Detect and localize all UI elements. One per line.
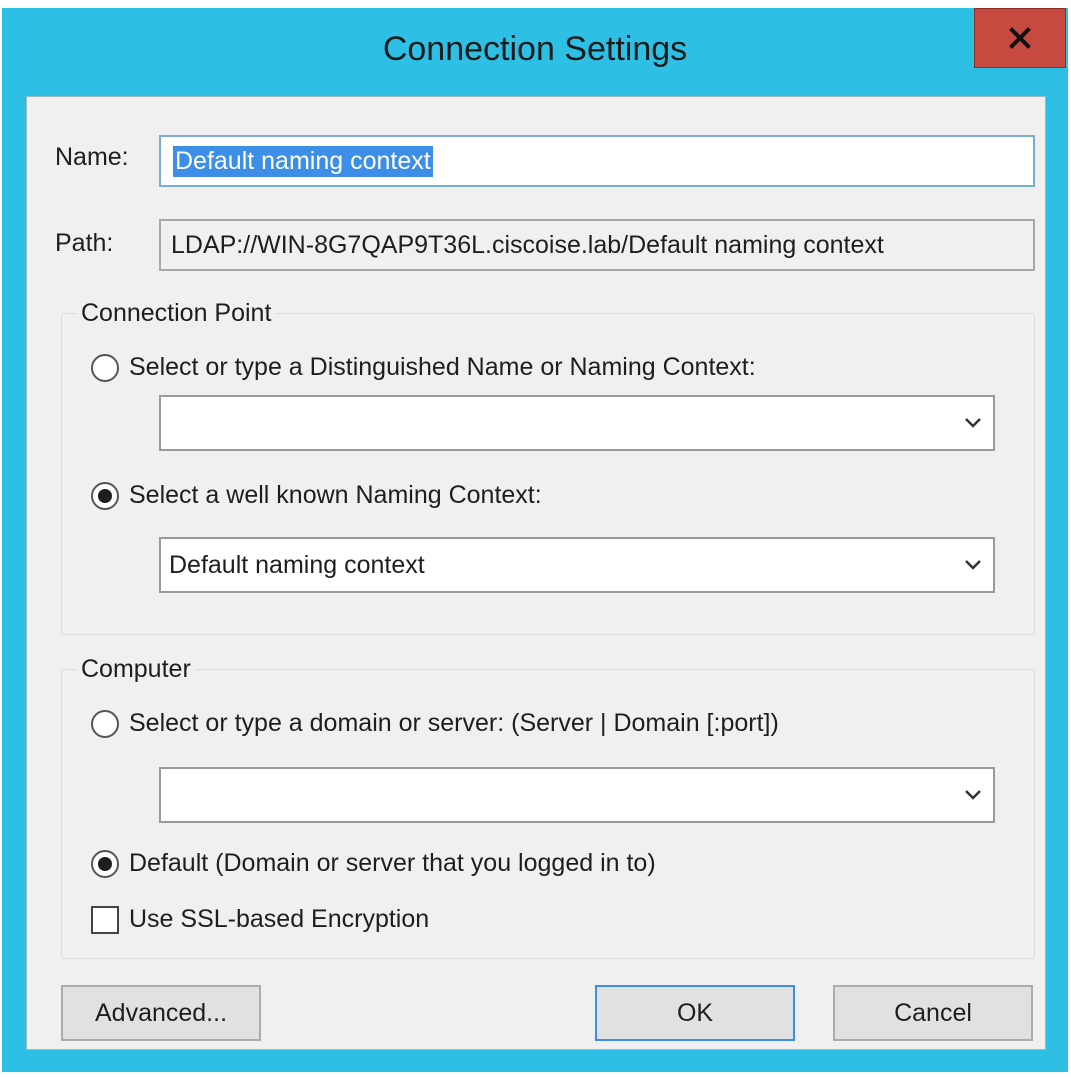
radio-button-unselected[interactable] [91,353,119,382]
path-label: Path: [55,229,114,257]
dialog-title: Connection Settings [382,30,688,68]
name-input-value: Default naming context [173,145,433,177]
cancel-button[interactable]: Cancel [833,985,1033,1041]
path-field: LDAP://WIN-8G7QAP9T36L.ciscoise.lab/Defa… [159,219,1035,271]
well-known-context-combo[interactable]: Default naming context [159,537,995,593]
ssl-encryption-checkbox-row[interactable]: Use SSL-based Encryption [91,905,429,934]
radio-domain-server[interactable]: Select or type a domain or server: (Serv… [91,709,779,738]
radio-well-known-context[interactable]: Select a well known Naming Context: [91,481,542,510]
radio-button-unselected[interactable] [91,709,119,738]
radio-well-known-context-label: Select a well known Naming Context: [129,481,542,509]
computer-title: Computer [77,655,195,684]
close-icon [1009,27,1031,49]
chevron-down-icon[interactable] [953,769,993,821]
well-known-context-combo-value: Default naming context [169,550,425,579]
dialog-window: Connection Settings Name: Default naming… [2,8,1068,1072]
chevron-down-icon[interactable] [953,539,993,591]
chevron-down-icon[interactable] [953,397,993,449]
radio-distinguished-name-label: Select or type a Distinguished Name or N… [129,353,756,381]
connection-point-title: Connection Point [77,299,276,328]
advanced-button[interactable]: Advanced... [61,985,261,1041]
path-value: LDAP://WIN-8G7QAP9T36L.ciscoise.lab/Defa… [171,230,884,259]
radio-button-selected[interactable] [91,849,119,878]
name-input[interactable]: Default naming context [159,135,1035,187]
distinguished-name-combo[interactable] [159,395,995,451]
radio-distinguished-name[interactable]: Select or type a Distinguished Name or N… [91,353,756,382]
radio-default-domain[interactable]: Default (Domain or server that you logge… [91,849,656,878]
name-label: Name: [55,143,129,171]
ssl-encryption-checkbox[interactable] [91,905,119,934]
radio-button-selected[interactable] [91,481,119,510]
radio-default-domain-label: Default (Domain or server that you logge… [129,849,656,877]
dialog-body: Name: Default naming context Path: LDAP:… [26,96,1046,1050]
title-bar[interactable]: Connection Settings [2,8,1068,96]
radio-domain-server-label: Select or type a domain or server: (Serv… [129,709,779,737]
ok-button[interactable]: OK [595,985,795,1041]
ssl-encryption-label: Use SSL-based Encryption [129,905,430,933]
domain-server-combo[interactable] [159,767,995,823]
close-button[interactable] [974,8,1066,68]
